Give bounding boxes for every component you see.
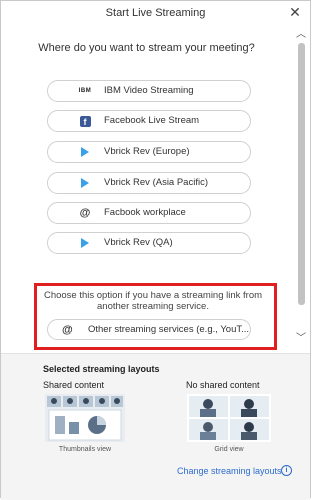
dialog-title: Start Live Streaming	[105, 7, 206, 19]
option-label: Vbrick Rev (Asia Pacific)	[104, 177, 208, 188]
layouts-heading: Selected streaming layouts	[43, 364, 160, 374]
vertical-scrollbar[interactable]: ︿ ﹀	[295, 27, 307, 353]
other-services-description: Choose this option if you have a streami…	[43, 290, 263, 312]
option-other-streaming-services[interactable]: @ Other streaming services (e.g., YouT..…	[47, 319, 251, 340]
at-icon: @	[79, 207, 91, 219]
streaming-layouts-panel: Selected streaming layouts Shared conten…	[1, 353, 310, 500]
start-live-streaming-dialog: Start Live Streaming ✕ Where do you want…	[0, 0, 311, 500]
thumbnails-view-caption: Thumbnails view	[58, 446, 112, 453]
play-icon	[79, 177, 91, 189]
at-icon: @	[62, 324, 73, 336]
option-facbook-workplace[interactable]: @ Facbook workplace	[47, 202, 251, 224]
info-icon[interactable]: i	[281, 465, 292, 476]
option-vbrick-rev-qa[interactable]: Vbrick Rev (QA)	[47, 232, 251, 254]
option-label: Facbook workplace	[104, 207, 186, 218]
option-vbrick-rev-europe[interactable]: Vbrick Rev (Europe)	[47, 141, 251, 163]
title-bar: Start Live Streaming ✕	[1, 1, 310, 28]
ibm-icon: IBM	[78, 88, 92, 94]
no-shared-content-label: No shared content	[186, 380, 260, 390]
close-icon[interactable]: ✕	[288, 5, 302, 19]
option-label: Other streaming services (e.g., YouT...	[88, 324, 250, 335]
change-streaming-layouts-link[interactable]: Change streaming layouts	[177, 466, 282, 476]
grid-view-illustration	[187, 394, 271, 442]
scroll-up-icon[interactable]: ︿	[295, 29, 307, 41]
facebook-icon: f	[79, 115, 91, 127]
play-icon	[79, 146, 91, 158]
option-ibm-video-streaming[interactable]: IBM IBM Video Streaming	[47, 80, 251, 102]
scroll-down-icon[interactable]: ﹀	[295, 333, 307, 345]
option-label: Vbrick Rev (Europe)	[104, 146, 190, 157]
thumbnails-view-illustration	[45, 394, 125, 442]
option-label: Facebook Live Stream	[104, 115, 200, 126]
stream-question: Where do you want to stream your meeting…	[38, 42, 255, 54]
option-vbrick-rev-asia-pacific[interactable]: Vbrick Rev (Asia Pacific)	[47, 172, 251, 194]
shared-content-label: Shared content	[43, 380, 105, 390]
option-label: IBM Video Streaming	[104, 85, 194, 96]
option-facebook-live-stream[interactable]: f Facebook Live Stream	[47, 110, 251, 132]
grid-view-caption: Grid view	[214, 446, 244, 453]
option-label: Vbrick Rev (QA)	[104, 237, 173, 248]
scrollbar-thumb[interactable]	[298, 43, 305, 305]
play-icon	[79, 237, 91, 249]
